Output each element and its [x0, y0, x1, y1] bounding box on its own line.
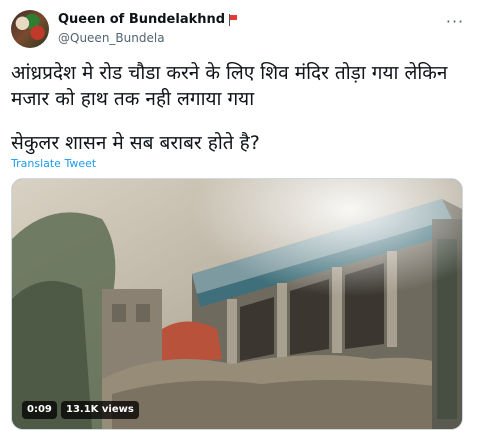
tweet-text-line: सेकुलर शासन मे सब बराबर होते है?: [11, 132, 260, 154]
translate-tweet-link[interactable]: Translate Tweet: [11, 157, 96, 170]
video-duration: 0:09: [22, 401, 57, 419]
avatar[interactable]: [11, 10, 49, 48]
handle[interactable]: @Queen_Bundela: [58, 30, 238, 46]
tweet-text: आंध्रप्रदेश मे रोड चौडा करने के लिए शिव …: [11, 60, 471, 156]
video-frame: [12, 179, 462, 429]
more-button[interactable]: ···: [444, 10, 466, 32]
ellipsis-icon: ···: [445, 11, 465, 31]
video-player[interactable]: 0:09 13.1K views: [11, 178, 463, 430]
tweet-text-line: आंध्रप्रदेश मे रोड चौडा करने के लिए शिव …: [11, 62, 448, 110]
video-views: 13.1K views: [61, 401, 139, 419]
user-info[interactable]: Queen of Bundelakhnd @Queen_Bundela: [58, 12, 238, 46]
tweet-card[interactable]: Queen of Bundelakhnd @Queen_Bundela ··· …: [0, 0, 480, 440]
flag-icon: [228, 14, 238, 26]
display-name-row[interactable]: Queen of Bundelakhnd: [58, 12, 238, 28]
display-name[interactable]: Queen of Bundelakhnd: [58, 12, 225, 28]
